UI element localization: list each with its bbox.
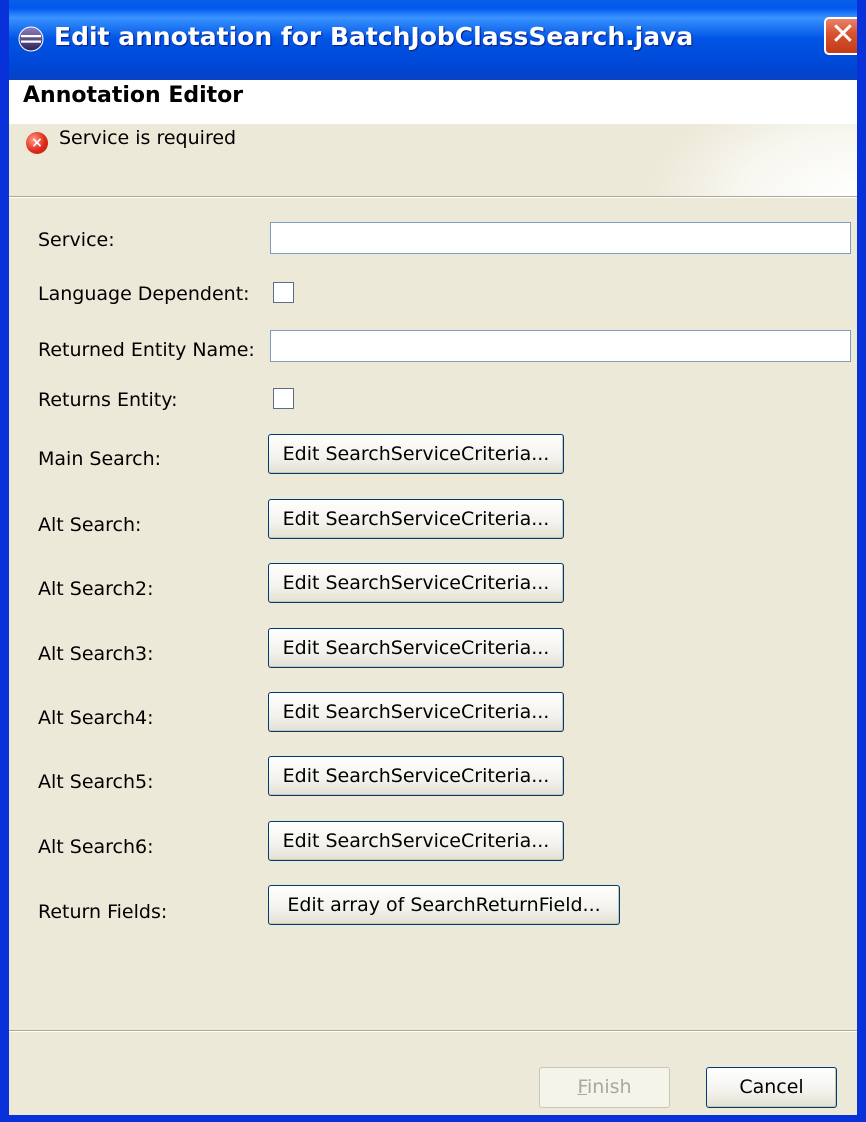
return-fields-edit-button[interactable]: Edit array of SearchReturnField... [268,885,620,925]
alt-search5-label: Alt Search5: [38,771,154,793]
alt-search4-label: Alt Search4: [38,707,154,729]
alt-search3-label: Alt Search3: [38,643,154,665]
alt-search5-edit-button[interactable]: Edit SearchServiceCriteria... [268,756,564,796]
alt-search3-edit-button[interactable]: Edit SearchServiceCriteria... [268,628,564,668]
title-bar[interactable]: Edit annotation for BatchJobClassSearch.… [9,0,857,80]
alt-search4-edit-button[interactable]: Edit SearchServiceCriteria... [268,692,564,732]
close-button[interactable]: ✕ [824,17,857,55]
dialog-window: Edit annotation for BatchJobClassSearch.… [0,0,866,1122]
cancel-button[interactable]: Cancel [706,1067,837,1108]
main-search-label: Main Search: [38,448,162,470]
error-message: Service is required [59,127,237,149]
returned-entity-name-input[interactable] [270,330,851,362]
footer-separator [9,1030,857,1032]
returned-entity-name-label: Returned Entity Name: [38,339,255,361]
alt-search-edit-button[interactable]: Edit SearchServiceCriteria... [268,499,564,539]
language-dependent-label: Language Dependent: [38,283,250,305]
main-search-edit-button[interactable]: Edit SearchServiceCriteria... [268,434,564,474]
alt-search6-label: Alt Search6: [38,836,154,858]
service-input[interactable] [270,222,851,254]
returns-entity-checkbox[interactable] [273,388,294,409]
returns-entity-label: Returns Entity: [38,389,178,411]
language-dependent-checkbox[interactable] [273,282,294,303]
close-icon: ✕ [830,17,856,52]
alt-search6-edit-button[interactable]: Edit SearchServiceCriteria... [268,821,564,861]
finish-mnemonic: F [577,1076,587,1098]
finish-label-rest: inish [587,1076,632,1098]
service-label: Service: [38,229,115,251]
header-separator [9,196,857,198]
alt-search2-label: Alt Search2: [38,578,154,600]
window-title: Edit annotation for BatchJobClassSearch.… [54,22,694,51]
banner-decoration [647,80,857,198]
alt-search2-edit-button[interactable]: Edit SearchServiceCriteria... [268,563,564,603]
page-title: Annotation Editor [23,83,244,108]
finish-button[interactable]: Finish [539,1067,670,1108]
alt-search-label: Alt Search: [38,514,142,536]
eclipse-icon [18,26,44,52]
return-fields-label: Return Fields: [38,901,168,923]
error-icon: × [26,132,48,154]
